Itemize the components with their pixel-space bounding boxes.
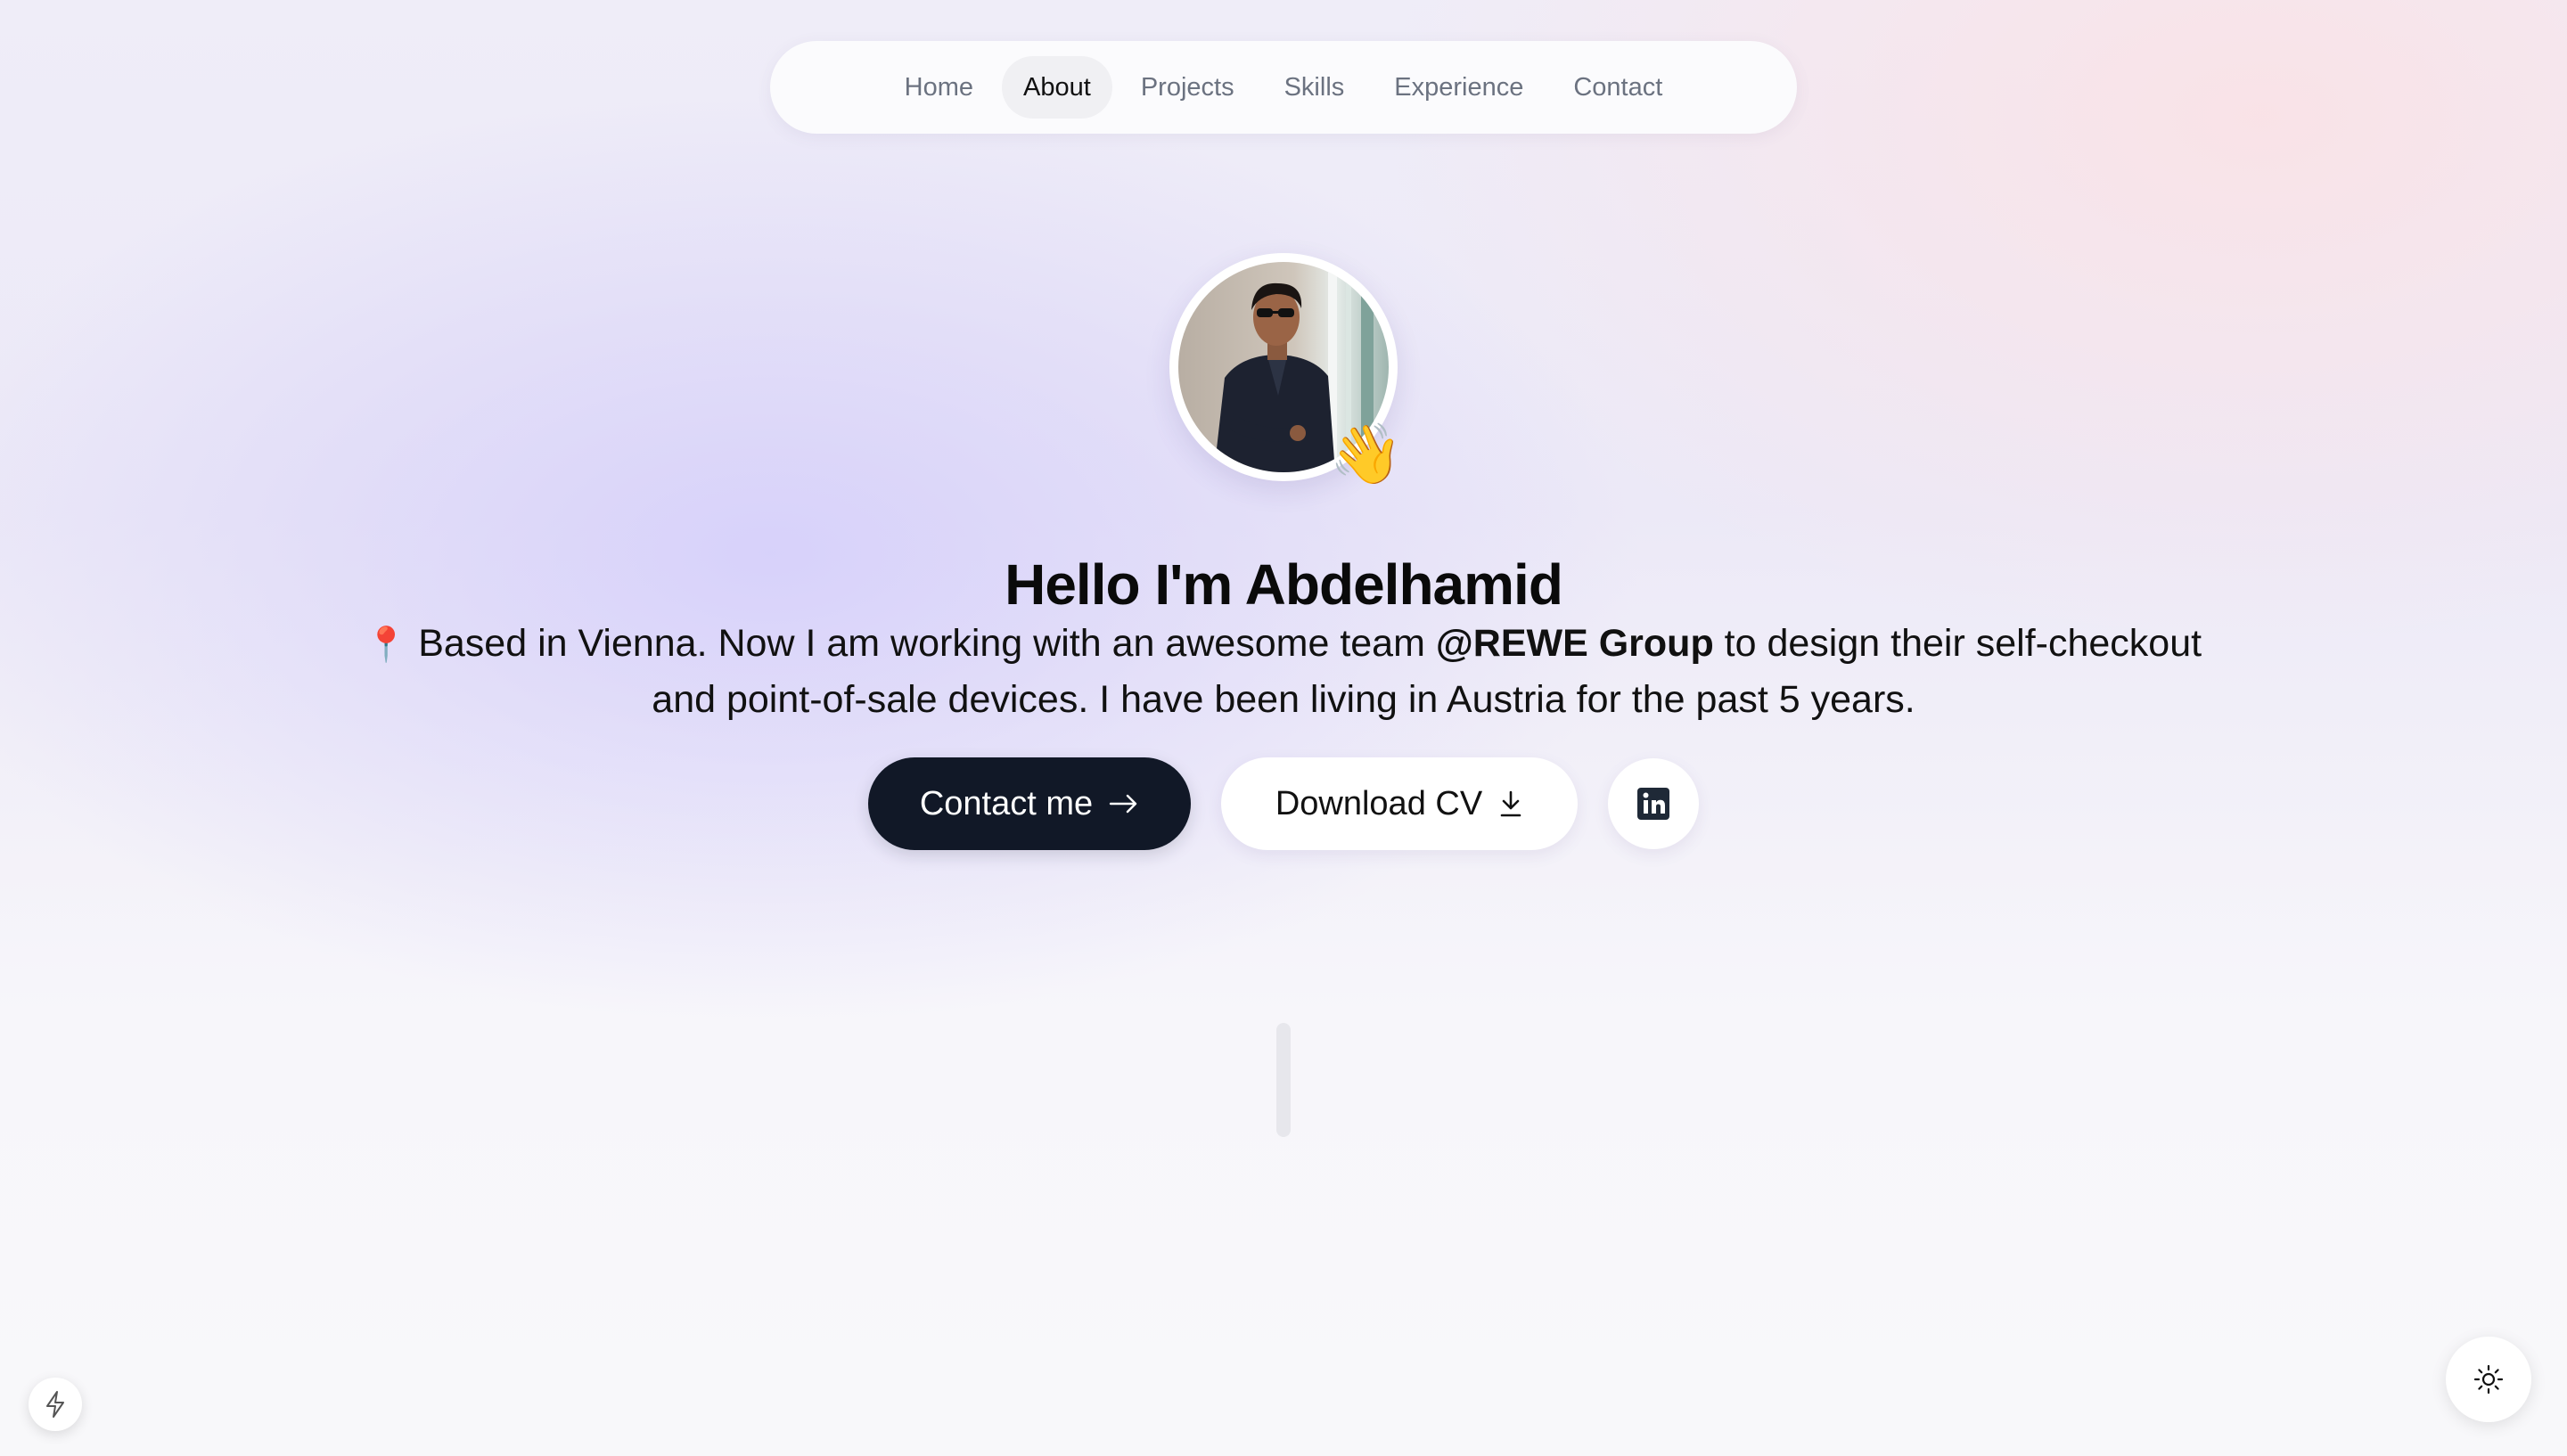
company-name: @REWE Group — [1435, 622, 1714, 665]
nav-item-home[interactable]: Home — [883, 56, 995, 119]
lightning-icon — [46, 1391, 64, 1418]
sun-icon — [2473, 1364, 2504, 1395]
nav-item-skills[interactable]: Skills — [1263, 56, 1366, 119]
bio-text: 📍 Based in Vienna. Now I am working with… — [339, 617, 2228, 727]
scroll-indicator — [1276, 1023, 1291, 1137]
linkedin-icon — [1637, 788, 1669, 820]
contact-me-label: Contact me — [919, 784, 1094, 822]
nav-item-experience[interactable]: Experience — [1373, 56, 1545, 119]
download-cv-button[interactable]: Download CV — [1221, 757, 1578, 850]
contact-me-button[interactable]: Contact me — [868, 757, 1191, 850]
waving-hand-icon: 👋 — [1329, 421, 1403, 487]
download-cv-label: Download CV — [1275, 784, 1483, 822]
arrow-right-icon — [1109, 794, 1137, 814]
avatar-container: 👋 — [1169, 253, 1403, 483]
hero-actions: Contact me Download CV — [868, 757, 1699, 850]
location-pin-icon: 📍 — [365, 626, 408, 664]
theme-toggle-button[interactable] — [2446, 1337, 2531, 1422]
bio-part-1: Based in Vienna. Now I am working with a… — [407, 622, 1436, 665]
download-icon — [1500, 790, 1521, 817]
lightning-button[interactable] — [29, 1378, 82, 1431]
page-title: Hello I'm Abdelhamid — [1005, 552, 1563, 617]
nav-item-projects[interactable]: Projects — [1119, 56, 1256, 119]
page-background — [0, 0, 2567, 1456]
nav-item-contact[interactable]: Contact — [1552, 56, 1684, 119]
linkedin-button[interactable] — [1608, 758, 1699, 849]
top-navigation: Home About Projects Skills Experience Co… — [770, 41, 1797, 134]
nav-item-about[interactable]: About — [1002, 56, 1112, 119]
